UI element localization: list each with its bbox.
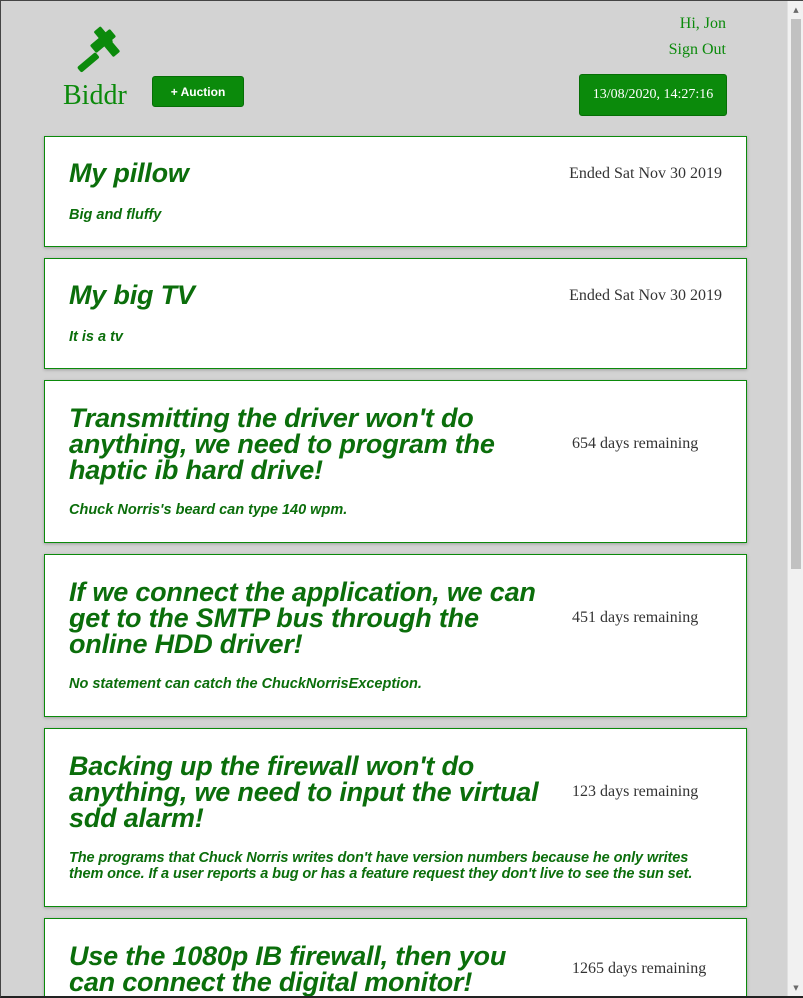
add-auction-button[interactable]: + Auction [152, 76, 244, 107]
sign-out-link[interactable]: Sign Out [669, 41, 726, 59]
auction-status: 123 days remaining [572, 783, 699, 800]
scroll-down-icon[interactable]: ▼ [788, 981, 803, 995]
auction-description: No statement can catch the ChuckNorrisEx… [69, 676, 422, 692]
gavel-icon [77, 26, 120, 72]
current-datetime: 13/08/2020, 14:27:16 [579, 74, 727, 116]
auction-status: Ended Sat Nov 30 2019 [569, 287, 722, 304]
auction-card[interactable]: My big TV Ended Sat Nov 30 2019 It is a … [44, 258, 747, 369]
auction-title: Use the 1080p IB firewall, then you can … [69, 941, 507, 997]
auction-title: Transmitting the driver won't do anythin… [69, 403, 495, 485]
auction-title: My pillow [69, 158, 189, 188]
auction-description: Chuck Norris's beard can type 140 wpm. [69, 502, 348, 518]
auction-status: 654 days remaining [572, 435, 699, 452]
auction-title: If we connect the application, we can ge… [69, 577, 536, 659]
auction-card[interactable]: Backing up the firewall won't do anythin… [44, 728, 747, 907]
auction-status: Ended Sat Nov 30 2019 [569, 165, 722, 182]
auction-description: Big and fluffy [69, 207, 162, 223]
scroll-up-icon[interactable]: ▲ [788, 3, 803, 17]
auction-description: It is a tv [69, 329, 123, 345]
auction-card[interactable]: Use the 1080p IB firewall, then you can … [44, 918, 747, 997]
browser-viewport: Biddr + Auction Hi, Jon Sign Out 13/08/2… [0, 0, 803, 998]
brand-name[interactable]: Biddr [63, 80, 127, 112]
auction-title: Backing up the firewall won't do anythin… [69, 751, 539, 833]
auction-title: My big TV [69, 280, 195, 310]
auction-status: 451 days remaining [572, 609, 699, 626]
auction-list-page: Biddr + Auction Hi, Jon Sign Out 13/08/2… [2, 5, 787, 997]
scrollbar-thumb[interactable] [791, 19, 801, 569]
auction-card[interactable]: Transmitting the driver won't do anythin… [44, 380, 747, 543]
auction-card[interactable]: If we connect the application, we can ge… [44, 554, 747, 717]
auction-status: 1265 days remaining [572, 960, 707, 977]
vertical-scrollbar[interactable]: ▲ ▼ [787, 1, 803, 996]
auction-description: The programs that Chuck Norris writes do… [69, 850, 693, 882]
user-greeting: Hi, Jon [679, 15, 726, 32]
auction-card[interactable]: My pillow Ended Sat Nov 30 2019 Big and … [44, 136, 747, 247]
